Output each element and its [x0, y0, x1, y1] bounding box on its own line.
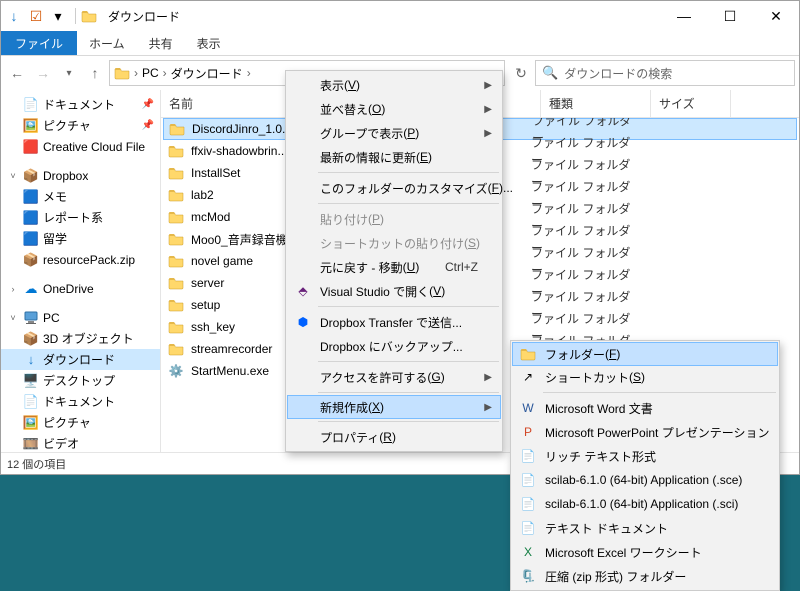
new-shortcut[interactable]: ↗ショートカット(S)	[513, 365, 777, 389]
ctx-view[interactable]: 表示(V)▶	[288, 73, 500, 97]
ctx-undo[interactable]: 元に戻す - 移動(U)Ctrl+Z	[288, 255, 500, 279]
word-icon: W	[519, 399, 537, 417]
maximize-button[interactable]: ☐	[707, 1, 753, 31]
ctx-customize[interactable]: このフォルダーのカスタマイズ(F)...	[288, 176, 500, 200]
new-folder[interactable]: フォルダー(F)	[512, 342, 778, 366]
minimize-button[interactable]: —	[661, 1, 707, 31]
tab-file[interactable]: ファイル	[1, 31, 77, 55]
nav-documents-pc[interactable]: 📄ドキュメント	[1, 391, 160, 412]
folder-icon	[167, 142, 185, 160]
crumb-pc[interactable]: PC	[142, 66, 159, 80]
search-placeholder: ダウンロードの検索	[564, 65, 672, 82]
rtf-icon: 📄	[519, 447, 537, 465]
folder-icon	[519, 345, 537, 363]
exe-icon: ⚙️	[167, 362, 185, 380]
shortcut-icon: ↗	[519, 368, 537, 386]
folder-icon	[168, 120, 186, 138]
search-icon: 🔍	[542, 65, 558, 81]
qat-down-icon[interactable]: ↓	[5, 7, 23, 25]
context-submenu-new: フォルダー(F) ↗ショートカット(S) WMicrosoft Word 文書 …	[510, 340, 780, 591]
ctx-group[interactable]: グループで表示(P)▶	[288, 121, 500, 145]
column-type[interactable]: 種類	[541, 90, 651, 117]
nav-creative-cloud[interactable]: 🟥Creative Cloud File	[1, 136, 160, 157]
nav-desktop[interactable]: 🖥️デスクトップ	[1, 370, 160, 391]
ctx-dropbox-transfer[interactable]: ⬢Dropbox Transfer で送信...	[288, 310, 500, 334]
nav-documents[interactable]: 📄ドキュメント📌	[1, 94, 160, 115]
up-button[interactable]: ↑	[83, 61, 107, 85]
new-excel[interactable]: XMicrosoft Excel ワークシート	[513, 540, 777, 564]
column-size[interactable]: サイズ	[651, 90, 731, 117]
window-folder-icon	[80, 7, 98, 25]
tab-view[interactable]: 表示	[185, 31, 233, 55]
folder-icon	[167, 230, 185, 248]
nav-pictures[interactable]: 🖼️ピクチャ📌	[1, 115, 160, 136]
ribbon-tabs: ファイル ホーム 共有 表示	[1, 31, 799, 56]
folder-icon	[167, 252, 185, 270]
nav-pictures-pc[interactable]: 🖼️ピクチャ	[1, 412, 160, 433]
nav-onedrive[interactable]: ›☁OneDrive	[1, 278, 160, 299]
breadcrumb-folder-icon	[114, 65, 130, 81]
visual-studio-icon: ⬘	[294, 282, 312, 300]
nav-resourcepack[interactable]: 📦resourcePack.zip	[1, 249, 160, 270]
pin-icon: 📌	[142, 99, 154, 110]
new-zip[interactable]: 🗜️圧縮 (zip 形式) フォルダー	[513, 564, 777, 588]
text-icon: 📄	[519, 519, 537, 537]
navigation-pane[interactable]: 📄ドキュメント📌 🖼️ピクチャ📌 🟥Creative Cloud File ˅📦…	[1, 90, 161, 452]
powerpoint-icon: P	[519, 423, 537, 441]
tab-home[interactable]: ホーム	[77, 31, 137, 55]
refresh-button[interactable]: ↻	[509, 61, 533, 85]
pin-icon: 📌	[142, 120, 154, 131]
new-powerpoint[interactable]: PMicrosoft PowerPoint プレゼンテーション	[513, 420, 777, 444]
nav-downloads[interactable]: ↓ダウンロード	[1, 349, 160, 370]
folder-icon	[167, 296, 185, 314]
recent-button[interactable]: ▾	[57, 61, 81, 85]
nav-study[interactable]: 🟦留学	[1, 228, 160, 249]
ctx-dropbox-backup[interactable]: Dropbox にバックアップ...	[288, 334, 500, 358]
forward-button[interactable]: →	[31, 61, 55, 85]
ctx-visual-studio[interactable]: ⬘Visual Studio で開く(V)	[288, 279, 500, 303]
folder-icon	[167, 318, 185, 336]
qat-menu-icon[interactable]: ▾	[49, 7, 67, 25]
ctx-sort[interactable]: 並べ替え(O)▶	[288, 97, 500, 121]
new-scilab-sce[interactable]: 📄scilab-6.1.0 (64-bit) Application (.sce…	[513, 468, 777, 492]
nav-videos-pc[interactable]: 🎞️ビデオ	[1, 433, 160, 452]
nav-3d-objects[interactable]: 📦3D オブジェクト	[1, 328, 160, 349]
new-scilab-sci[interactable]: 📄scilab-6.1.0 (64-bit) Application (.sci…	[513, 492, 777, 516]
scilab-icon: 📄	[519, 471, 537, 489]
new-word[interactable]: WMicrosoft Word 文書	[513, 396, 777, 420]
tab-share[interactable]: 共有	[137, 31, 185, 55]
folder-icon	[167, 274, 185, 292]
nav-report[interactable]: 🟦レポート系	[1, 207, 160, 228]
folder-icon	[167, 186, 185, 204]
dropbox-icon: ⬢	[294, 313, 312, 331]
new-text[interactable]: 📄テキスト ドキュメント	[513, 516, 777, 540]
crumb-downloads[interactable]: ダウンロード	[171, 65, 243, 82]
context-menu: 表示(V)▶ 並べ替え(O)▶ グループで表示(P)▶ 最新の情報に更新(E) …	[285, 70, 503, 452]
new-rtf[interactable]: 📄リッチ テキスト形式	[513, 444, 777, 468]
folder-icon	[167, 164, 185, 182]
search-box[interactable]: 🔍 ダウンロードの検索	[535, 60, 795, 86]
ctx-access[interactable]: アクセスを許可する(G)▶	[288, 365, 500, 389]
back-button[interactable]: ←	[5, 61, 29, 85]
ctx-paste-shortcut: ショートカットの貼り付け(S)	[288, 231, 500, 255]
folder-icon	[167, 208, 185, 226]
qat-check-icon[interactable]: ☑	[27, 7, 45, 25]
scilab-icon: 📄	[519, 495, 537, 513]
close-button[interactable]: ✕	[753, 1, 799, 31]
folder-icon	[167, 340, 185, 358]
zip-icon: 🗜️	[519, 567, 537, 585]
nav-dropbox[interactable]: ˅📦Dropbox	[1, 165, 160, 186]
ctx-refresh[interactable]: 最新の情報に更新(E)	[288, 145, 500, 169]
nav-pc[interactable]: ˅PC	[1, 307, 160, 328]
window-title: ダウンロード	[108, 8, 180, 25]
ctx-new[interactable]: 新規作成(X)▶	[287, 395, 501, 419]
excel-icon: X	[519, 543, 537, 561]
titlebar: ↓ ☑ ▾ ダウンロード — ☐ ✕	[1, 1, 799, 31]
ctx-properties[interactable]: プロパティ(R)	[288, 425, 500, 449]
nav-memo[interactable]: 🟦メモ	[1, 186, 160, 207]
ctx-paste: 貼り付け(P)	[288, 207, 500, 231]
